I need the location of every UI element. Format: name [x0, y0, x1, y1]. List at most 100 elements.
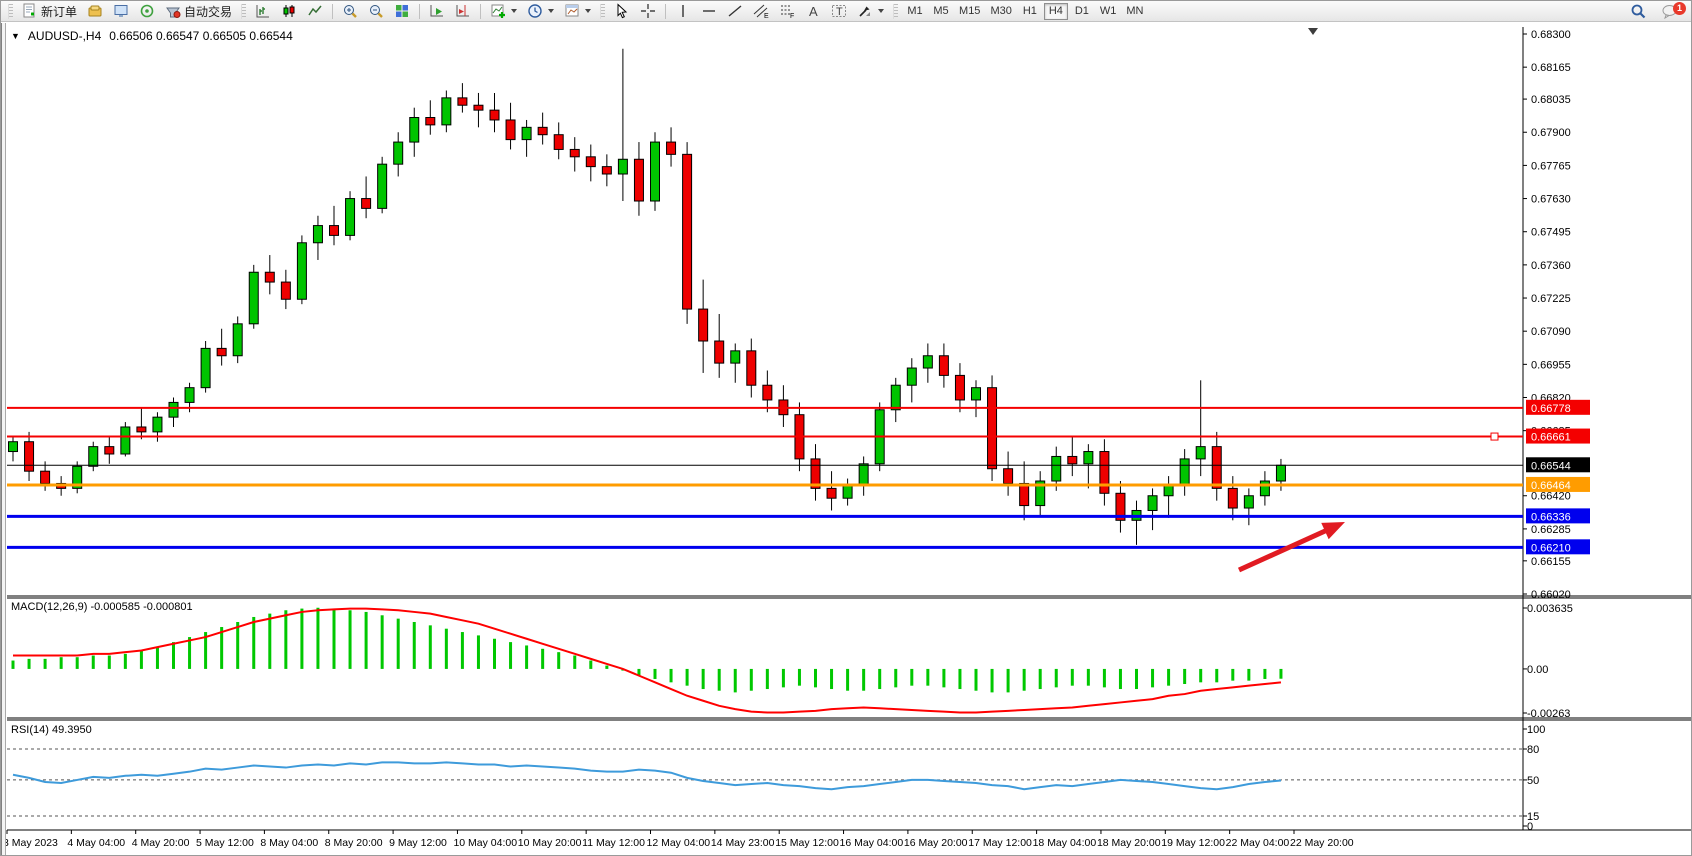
indicators-button[interactable] [486, 2, 521, 21]
macd-bar [1103, 669, 1106, 687]
line-chart-icon [307, 3, 323, 19]
candle [1228, 488, 1237, 508]
toolbar-grip[interactable] [8, 4, 13, 19]
chart-shift-button[interactable] [451, 2, 475, 21]
line-chart-button[interactable] [303, 2, 327, 21]
cursor-icon [614, 3, 630, 19]
price-tick-label: 0.67225 [1531, 293, 1571, 305]
tab-d1[interactable]: D1 [1070, 3, 1094, 20]
tab-h1[interactable]: H1 [1018, 3, 1042, 20]
periods-button[interactable] [523, 2, 558, 21]
search-icon [1630, 3, 1647, 20]
tab-mn[interactable]: MN [1122, 3, 1147, 20]
auto-scroll-icon [429, 3, 445, 19]
indicators-dropdown-caret[interactable] [511, 9, 517, 13]
fibonacci-tool[interactable]: F [775, 2, 799, 21]
candle [1212, 447, 1221, 489]
time-axis-label: 14 May 23:00 [711, 837, 775, 849]
data-window-button[interactable] [135, 2, 159, 21]
periods-dropdown-caret[interactable] [548, 9, 554, 13]
crosshair-button[interactable] [636, 2, 660, 21]
toolbar-grip[interactable] [600, 4, 605, 19]
candle [474, 105, 483, 110]
candle [233, 324, 242, 356]
macd-bar [397, 619, 400, 669]
text-label-tool[interactable]: T [827, 2, 851, 21]
time-axis-label: 9 May 12:00 [389, 837, 447, 849]
vertical-line-tool[interactable] [671, 2, 695, 21]
chart-profile-button[interactable] [83, 2, 107, 21]
candle [667, 142, 676, 154]
time-axis-label: 18 May 20:00 [1097, 837, 1161, 849]
macd-bar [686, 669, 689, 686]
channel-tool[interactable]: E [749, 2, 773, 21]
auto-trading-icon [165, 3, 181, 19]
auto-scroll-button[interactable] [425, 2, 449, 21]
macd-bar [493, 639, 496, 669]
ohlc-values: 0.66506 0.66547 0.66505 0.66544 [109, 29, 293, 43]
arrows-dropdown-caret[interactable] [878, 9, 884, 13]
candle [1084, 452, 1093, 464]
text-icon: A [805, 3, 821, 19]
svg-text:E: E [764, 13, 769, 19]
macd-bar [670, 669, 673, 682]
price-tick-label: 0.67630 [1531, 194, 1571, 206]
tab-m30[interactable]: M30 [986, 3, 1015, 20]
time-axis-label: 10 May 04:00 [453, 837, 517, 849]
candle [859, 464, 868, 486]
tab-w1[interactable]: W1 [1096, 3, 1121, 20]
tab-h4[interactable]: H4 [1044, 3, 1068, 20]
candle [972, 388, 981, 400]
search-button[interactable] [1626, 2, 1651, 21]
macd-bar [252, 617, 255, 669]
candle [169, 402, 178, 417]
candle [1020, 483, 1029, 505]
candle [1004, 469, 1013, 484]
candle [25, 442, 34, 471]
price-tick-label: 0.67090 [1531, 326, 1571, 338]
toolbar-grip[interactable] [241, 4, 246, 19]
macd-bar [1247, 669, 1250, 681]
toolbar-grip[interactable] [893, 4, 898, 19]
notifications-button[interactable]: 1 [1657, 2, 1683, 21]
new-order-button[interactable]: 新订单 [18, 2, 81, 21]
candle [410, 118, 419, 143]
candle [1180, 459, 1189, 486]
candle [153, 417, 162, 432]
tab-m15[interactable]: M15 [955, 3, 984, 20]
macd-bar [300, 609, 303, 669]
zoom-in-button[interactable] [338, 2, 362, 21]
macd-bar [333, 609, 336, 669]
tab-m5[interactable]: M5 [929, 3, 953, 20]
chevron-down-icon[interactable]: ▼ [11, 31, 20, 41]
tab-m1[interactable]: M1 [903, 3, 927, 20]
macd-bar [975, 669, 978, 691]
templates-dropdown-caret[interactable] [585, 9, 591, 13]
zoom-in-icon [342, 3, 358, 19]
candlestick-chart-button[interactable] [277, 2, 301, 21]
macd-bar [814, 669, 817, 687]
macd-bar [942, 669, 945, 687]
chart-canvas[interactable]: 0.683000.681650.680350.679000.677650.676… [1, 1, 1692, 856]
toolbar: 新订单 自动交易 [1, 1, 1692, 22]
templates-button[interactable] [560, 2, 595, 21]
templates-icon [564, 3, 580, 19]
text-tool[interactable]: A [801, 2, 825, 21]
macd-bar [894, 669, 897, 687]
candle [89, 447, 98, 467]
horizontal-line-tool[interactable] [697, 2, 721, 21]
macd-bar [734, 669, 737, 692]
time-axis-label: 22 May 04:00 [1226, 837, 1290, 849]
trendline-tool[interactable] [723, 2, 747, 21]
bar-chart-button[interactable] [251, 2, 275, 21]
price-tick-label: 0.66285 [1531, 524, 1571, 536]
cursor-button[interactable] [610, 2, 634, 21]
arrows-tool[interactable] [853, 2, 888, 21]
macd-bar [1007, 669, 1010, 692]
candle [731, 351, 740, 363]
auto-trading-button[interactable]: 自动交易 [161, 2, 236, 21]
zoom-out-button[interactable] [364, 2, 388, 21]
tile-windows-button[interactable] [390, 2, 414, 21]
line-handle[interactable] [1491, 433, 1498, 440]
market-watch-button[interactable] [109, 2, 133, 21]
